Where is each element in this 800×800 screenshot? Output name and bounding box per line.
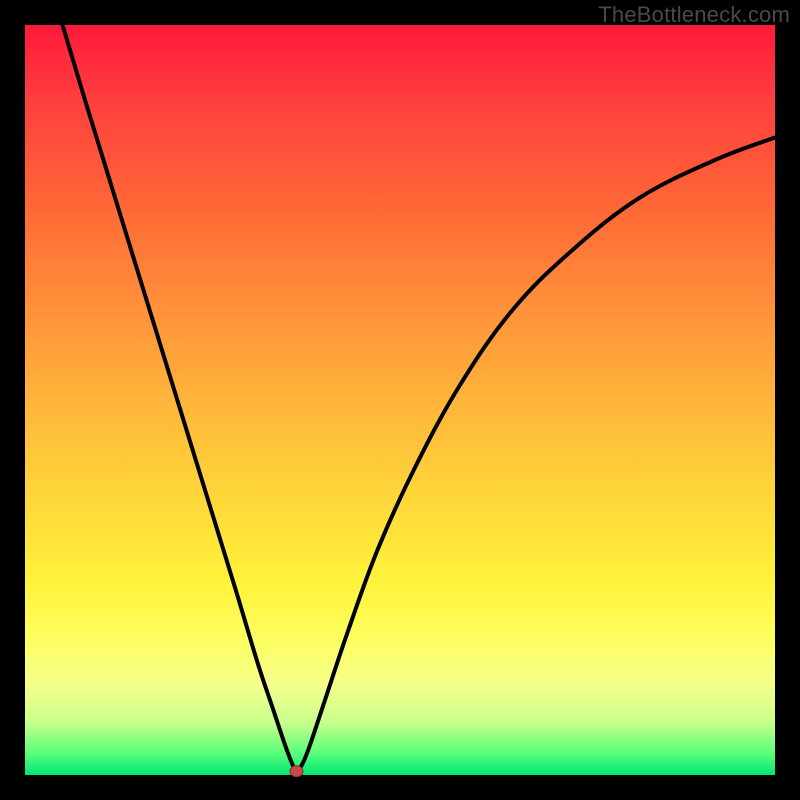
plot-area	[25, 25, 775, 775]
curve-svg	[25, 25, 775, 775]
bottleneck-curve	[63, 25, 776, 771]
chart-frame: TheBottleneck.com	[0, 0, 800, 800]
minimum-marker	[290, 766, 303, 777]
